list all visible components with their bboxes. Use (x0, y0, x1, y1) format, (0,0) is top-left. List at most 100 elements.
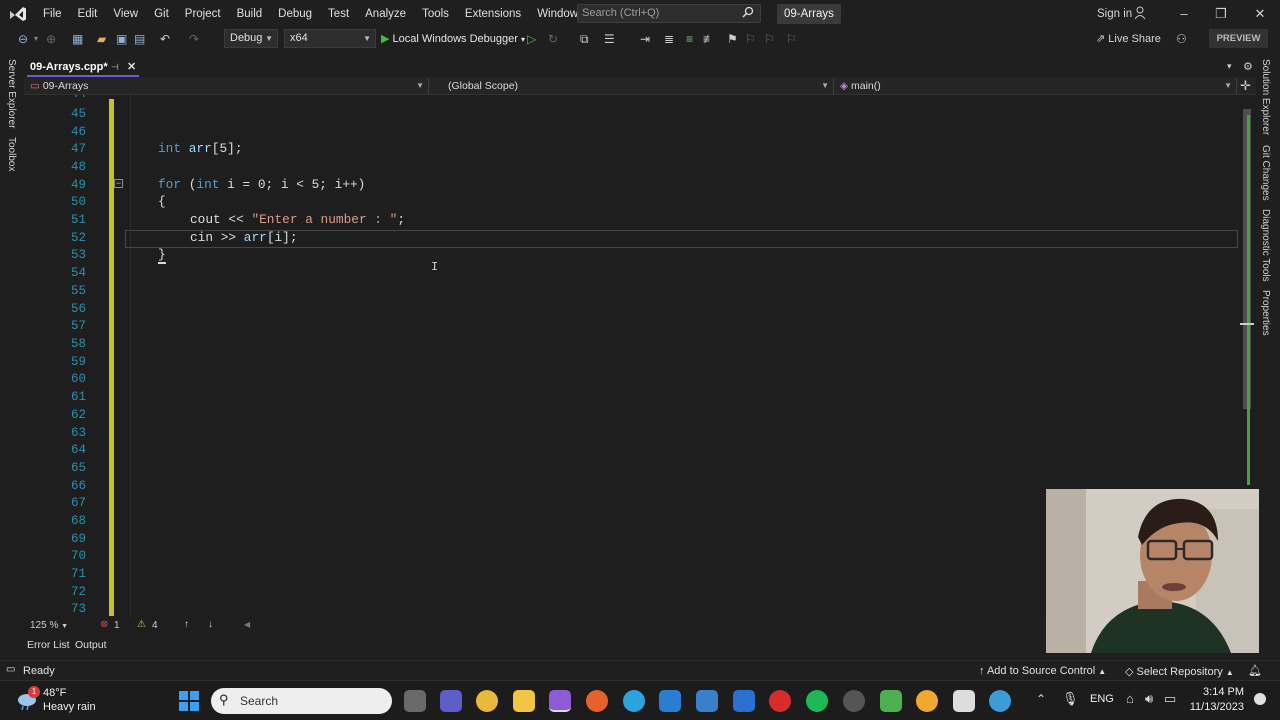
live-share-button[interactable]: ⇗ Live Share (1096, 31, 1161, 47)
save-all-icon[interactable]: ▤ (134, 31, 145, 47)
notification-center-icon[interactable] (1254, 693, 1266, 705)
language-indicator[interactable]: ENG (1090, 693, 1114, 705)
chrome-profile-icon[interactable] (916, 690, 938, 712)
scope-dropdown[interactable]: (Global Scope) ▼ (434, 78, 834, 94)
menu-project[interactable]: Project (177, 0, 229, 28)
settings-gear-icon[interactable]: ⚙ (1243, 60, 1253, 73)
close-tab-icon[interactable]: ✕ (127, 59, 136, 75)
tab-list-dropdown-icon[interactable]: ▾ (1227, 61, 1232, 72)
browse-icon[interactable]: ⧉ (580, 31, 589, 47)
previous-issue-icon[interactable]: ↑ (184, 619, 189, 630)
project-dropdown[interactable]: ▭ 09-Arrays ▼ (24, 78, 429, 94)
telegram-icon[interactable] (623, 690, 645, 712)
uncomment-icon[interactable]: ≢ (703, 31, 715, 47)
configuration-dropdown[interactable]: Debug ▼ (224, 29, 278, 48)
window-app-icon[interactable] (953, 690, 975, 712)
microphone-icon[interactable]: 🎙︎ (1062, 691, 1079, 707)
menu-extensions[interactable]: Extensions (457, 0, 529, 28)
select-repository-button[interactable]: ◇ Select Repository ▲ (1125, 665, 1234, 678)
clock-time[interactable]: 3:14 PM (1192, 686, 1244, 698)
visual-studio-taskbar-icon[interactable] (549, 690, 571, 712)
menu-file[interactable]: File (35, 0, 70, 28)
comment-icon[interactable]: ≡ (686, 31, 693, 47)
opera-icon[interactable] (769, 690, 791, 712)
solution-explorer-tab[interactable]: Solution Explorer (1260, 59, 1271, 135)
bookmark-icon[interactable]: ⚑ (727, 31, 738, 47)
server-explorer-tab[interactable]: Server Explorer (6, 59, 17, 128)
platform-dropdown[interactable]: x64 ▼ (284, 29, 376, 48)
start-debugging-button[interactable]: ▶ Local Windows Debugger ▾ (381, 31, 525, 48)
vscode-icon[interactable] (696, 690, 718, 712)
code-line-51: cout << "Enter a number : "; (190, 212, 406, 227)
network-icon[interactable]: ⌂ (1126, 691, 1134, 706)
zoom-dropdown[interactable]: 125 % ▼ (30, 620, 68, 631)
next-issue-icon[interactable]: ↓ (208, 619, 213, 630)
search-box[interactable]: Search (Ctrl+Q) (577, 4, 761, 23)
back-dropdown-icon[interactable]: ▾ (34, 31, 38, 47)
chrome-icon[interactable] (476, 690, 498, 712)
line-number: 51 (70, 213, 86, 227)
add-to-source-control-button[interactable]: ↑ Add to Source Control ▲ (979, 665, 1106, 677)
scope-name: (Global Scope) (448, 80, 519, 92)
line-number: 65 (70, 461, 86, 475)
tab-output[interactable]: Output (75, 639, 107, 651)
step-icon[interactable]: ⇥ (640, 31, 650, 47)
pin-icon[interactable]: ⊣ (111, 59, 119, 75)
menu-view[interactable]: View (105, 0, 146, 28)
undo-icon[interactable]: ↶ (160, 31, 170, 47)
battery-icon[interactable]: ▭ (1164, 691, 1176, 707)
format-icon[interactable]: ≣ (664, 31, 674, 47)
line-number: 50 (70, 195, 86, 209)
account-settings-icon[interactable] (1134, 6, 1147, 23)
new-project-icon[interactable]: ▦ (72, 31, 83, 47)
open-folder-icon[interactable]: ▰ (97, 31, 106, 47)
collapse-toggle-icon[interactable]: − (114, 179, 123, 188)
android-studio-icon[interactable] (880, 690, 902, 712)
back-icon[interactable]: ⊖ (18, 31, 28, 47)
toolbox-tab[interactable]: Toolbox (6, 137, 17, 171)
windows-start-icon[interactable] (179, 691, 199, 714)
layout-icon[interactable]: ☰ (604, 31, 615, 47)
cloud-app-icon[interactable] (659, 690, 681, 712)
sign-in-link[interactable]: Sign in (1097, 0, 1132, 28)
menu-build[interactable]: Build (229, 0, 271, 28)
todo-icon[interactable] (733, 690, 755, 712)
clock-date[interactable]: 11/13/2023 (1186, 701, 1244, 713)
menu-analyze[interactable]: Analyze (357, 0, 414, 28)
task-view-icon[interactable] (404, 690, 426, 712)
spotify-icon[interactable] (806, 690, 828, 712)
save-icon[interactable]: ▣ (116, 31, 127, 47)
warning-count[interactable]: 4 (152, 620, 158, 631)
error-count[interactable]: 1 (114, 620, 120, 631)
diagnostic-tools-tab[interactable]: Diagnostic Tools (1260, 209, 1271, 282)
menu-git[interactable]: Git (146, 0, 177, 28)
taskbar-search-box[interactable]: ⚲ Search (211, 688, 392, 714)
menu-edit[interactable]: Edit (70, 0, 106, 28)
scroll-left-icon[interactable]: ◀ (244, 620, 250, 629)
volume-icon[interactable]: 🔊︎ (1145, 691, 1153, 707)
show-hidden-icons-icon[interactable]: ⌃ (1036, 692, 1046, 706)
up-arrow-icon: ↑ (979, 665, 985, 677)
git-changes-tab[interactable]: Git Changes (1260, 145, 1271, 201)
start-without-debugging-icon[interactable]: ▷ (527, 31, 536, 47)
tab-error-list[interactable]: Error List (27, 639, 70, 651)
standard-toolbar: ⊖ ▾ ⊕ ▦ ▰ ▣ ▤ ↶ ↷ Debug ▼ x64 ▼ ▶ Local Wi… (0, 28, 1280, 50)
member-dropdown[interactable]: ◈ main() ▼ (838, 78, 1237, 94)
tab-09-arrays-cpp[interactable]: 09-Arrays.cpp* ⊣ ✕ (27, 59, 139, 77)
menu-test[interactable]: Test (320, 0, 357, 28)
notifications-icon[interactable]: 🔔︎ (1248, 664, 1262, 677)
menu-tools[interactable]: Tools (414, 0, 457, 28)
teams-icon[interactable] (440, 690, 462, 712)
file-explorer-icon[interactable] (513, 690, 535, 712)
edge-icon[interactable] (989, 690, 1011, 712)
close-window-button[interactable]: ✕ (1242, 0, 1278, 28)
feedback-icon[interactable]: ⚇ (1176, 31, 1187, 47)
preview-badge[interactable]: PREVIEW (1209, 29, 1268, 48)
minimize-button[interactable]: – (1166, 0, 1202, 28)
properties-tab[interactable]: Properties (1260, 290, 1271, 336)
settings-app-icon[interactable] (843, 690, 865, 712)
split-editor-icon[interactable]: ✛ (1240, 78, 1251, 94)
menu-debug[interactable]: Debug (270, 0, 320, 28)
restore-button[interactable]: ❐ (1203, 0, 1239, 28)
firefox-icon[interactable] (586, 690, 608, 712)
